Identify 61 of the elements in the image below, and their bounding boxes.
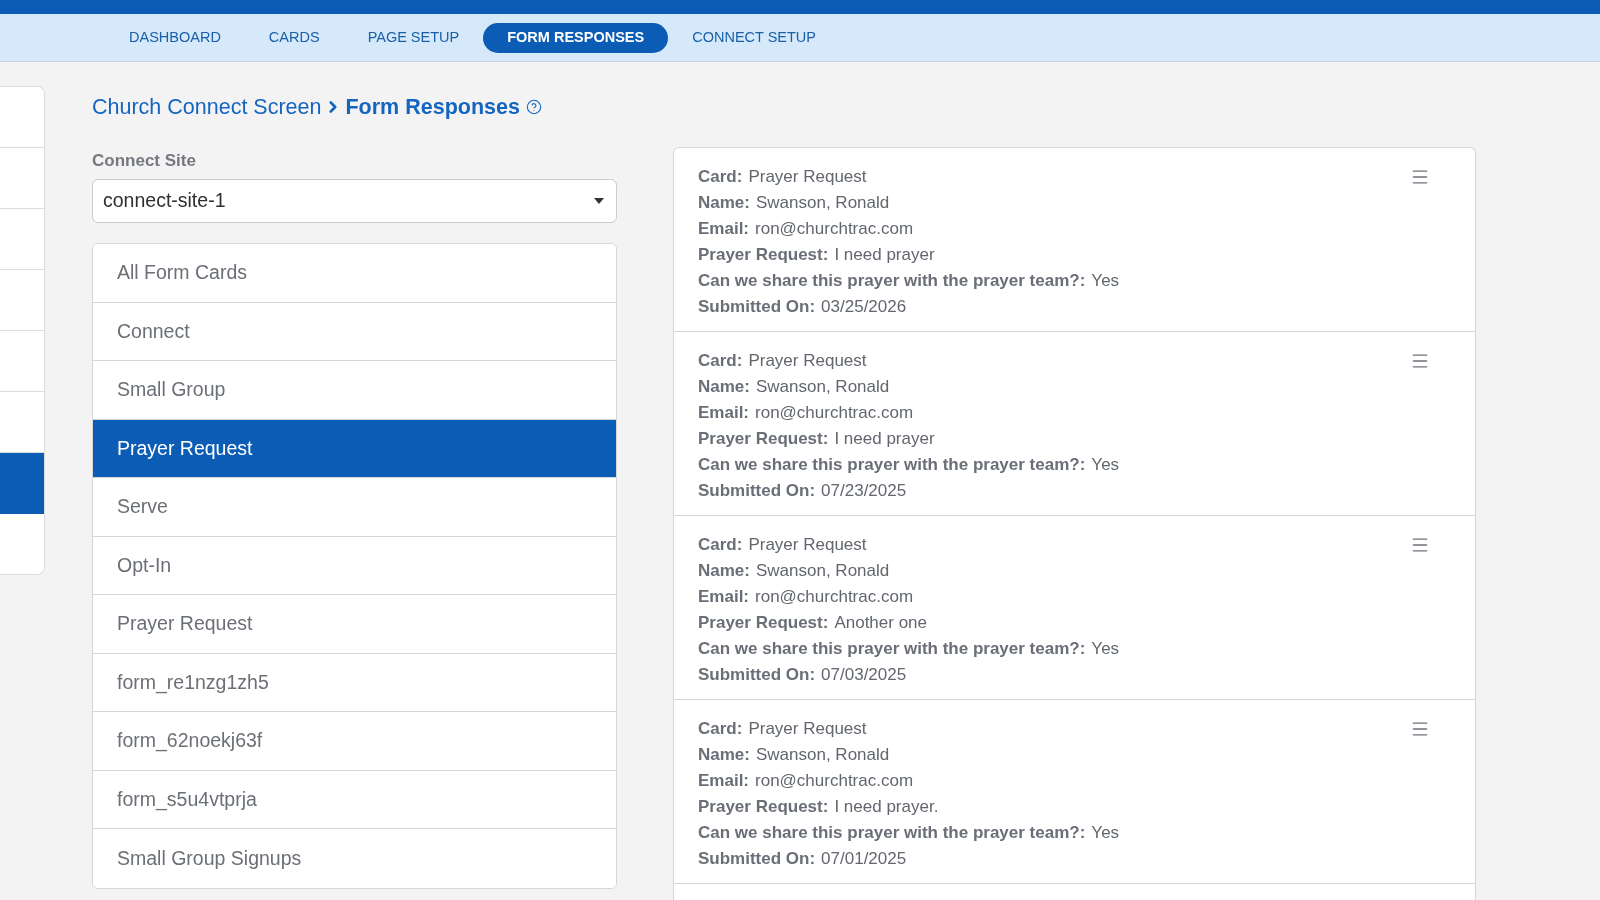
field-value: Prayer Request	[748, 718, 867, 741]
field-value: Another one	[834, 612, 928, 635]
field-value: I need prayer.	[834, 796, 939, 819]
field-value: Yes	[1091, 822, 1120, 845]
field-label: Prayer Request:	[698, 796, 829, 819]
field-label: Name:	[698, 744, 750, 767]
help-icon[interactable]	[525, 99, 542, 115]
field-value: Prayer Request	[748, 534, 867, 557]
field-value: 07/01/2025	[821, 848, 907, 871]
field-label: Submitted On:	[698, 296, 816, 319]
field-label: Submitted On:	[698, 480, 816, 503]
nav-tab[interactable]: FORM RESPONSES	[483, 22, 669, 53]
field-label: Can we share this prayer with the prayer team?:	[698, 270, 1086, 293]
field-label: Card:	[698, 166, 743, 189]
field-value: Swanson, Ronald	[755, 376, 890, 399]
field-value: Swanson, Ronald	[755, 192, 890, 215]
field-label: Prayer Request:	[698, 612, 829, 635]
field-label: Can we share this prayer with the prayer team?:	[698, 638, 1086, 661]
field-label: Card:	[698, 350, 743, 373]
form-card-item[interactable]: Prayer Request	[93, 419, 616, 478]
field-label: Prayer Request:	[698, 428, 829, 451]
site-select[interactable]: connect-site-1	[92, 179, 617, 223]
field-label: Email:	[698, 770, 750, 793]
field-value: Swanson, Ronald	[755, 560, 890, 583]
field-label: Submitted On:	[698, 848, 816, 871]
field-label: Submitted On:	[698, 664, 816, 687]
field-label: Can we share this prayer with the prayer team?:	[698, 822, 1086, 845]
field-value: ron@churchtrac.com	[755, 586, 914, 609]
field-value: Prayer Request	[748, 350, 867, 373]
nav-tab[interactable]: DASHBOARD	[105, 22, 245, 53]
field-label: Card:	[698, 718, 743, 741]
breadcrumb-link[interactable]: Church Connect Screen	[92, 90, 322, 124]
field-label: Name:	[698, 560, 750, 583]
nav-tab[interactable]: PAGE SETUP	[343, 22, 484, 53]
field-value: ron@churchtrac.com	[755, 218, 914, 241]
field-value: Yes	[1091, 270, 1120, 293]
field-label: Name:	[698, 376, 750, 399]
caret-down-icon	[594, 198, 604, 204]
field-label: Prayer Request:	[698, 244, 829, 267]
field-label: Name:	[698, 192, 750, 215]
field-value: 03/25/2026	[821, 296, 907, 319]
field-value: I need prayer	[834, 244, 935, 267]
nav-tab[interactable]: CARDS	[244, 22, 344, 53]
field-value: Prayer Request	[748, 166, 867, 189]
field-value: Swanson, Ronald	[755, 744, 890, 767]
field-label: Email:	[698, 218, 750, 241]
field-label: Email:	[698, 586, 750, 609]
field-label: Can we share this prayer with the prayer team?:	[698, 454, 1086, 477]
field-value: Yes	[1091, 454, 1120, 477]
field-value: ron@churchtrac.com	[755, 770, 914, 793]
field-value: I need prayer	[834, 428, 935, 451]
field-label: Connect Site	[92, 152, 196, 170]
field-label: Card:	[698, 534, 743, 557]
page-title: Form Responses	[345, 93, 520, 121]
field-value: 07/03/2025	[821, 664, 907, 687]
field-value: Yes	[1091, 638, 1120, 661]
nav-tab[interactable]: CONNECT SETUP	[668, 22, 840, 53]
form-card-item[interactable]: All Form Cards	[93, 244, 616, 303]
field-value: ron@churchtrac.com	[755, 402, 914, 425]
field-value: 07/23/2025	[821, 480, 907, 503]
field-label: Email:	[698, 402, 750, 425]
